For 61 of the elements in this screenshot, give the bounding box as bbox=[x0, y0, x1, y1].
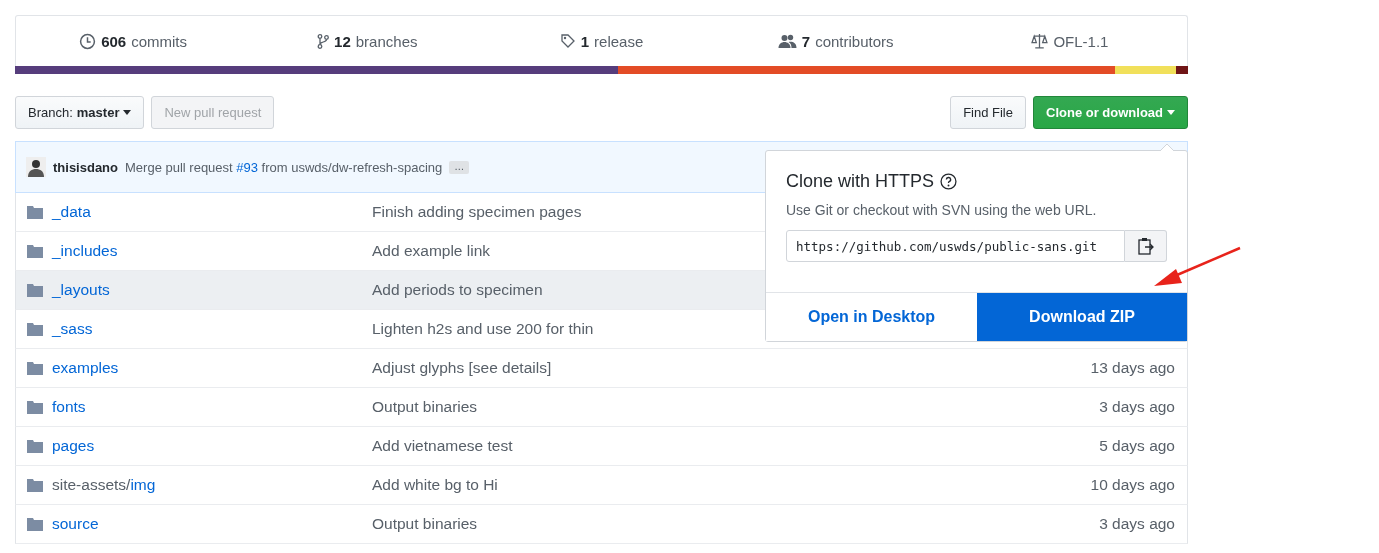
history-icon bbox=[79, 32, 97, 50]
folder-icon bbox=[27, 517, 43, 531]
commit-age: 10 days ago bbox=[1090, 476, 1175, 494]
commit-age: 13 days ago bbox=[1090, 359, 1175, 377]
branch-icon bbox=[317, 32, 330, 50]
file-link[interactable]: source bbox=[52, 515, 99, 532]
avatar-icon[interactable] bbox=[26, 157, 46, 177]
commit-message[interactable]: Output binaries bbox=[372, 398, 1100, 416]
scale-icon bbox=[1031, 32, 1049, 50]
file-link[interactable]: pages bbox=[52, 437, 95, 454]
stat-link[interactable]: 12 branches bbox=[250, 16, 485, 66]
branch-select[interactable]: Branch: master bbox=[15, 96, 145, 129]
commit-age: 3 days ago bbox=[1099, 398, 1175, 416]
commit-message[interactable]: Add vietnamese test bbox=[372, 437, 1100, 455]
commit-message[interactable]: Adjust glyphs [see details] bbox=[372, 359, 1091, 377]
file-row[interactable]: pages Add vietnamese test 5 days ago bbox=[15, 427, 1188, 466]
path-prefix: site-assets/ bbox=[52, 476, 131, 493]
file-row[interactable]: source Output binaries 3 days ago bbox=[15, 505, 1188, 544]
caret-icon bbox=[1167, 110, 1175, 115]
find-file-button[interactable]: Find File bbox=[950, 96, 1026, 129]
stat-link[interactable]: 606 commits bbox=[16, 16, 251, 66]
tag-icon bbox=[559, 33, 576, 49]
folder-icon bbox=[27, 283, 43, 297]
popover-description: Use Git or checkout with SVN using the web URL. bbox=[786, 202, 1098, 218]
folder-icon bbox=[27, 244, 43, 258]
expand-button[interactable]: … bbox=[449, 160, 470, 174]
help-icon[interactable] bbox=[940, 173, 958, 190]
people-icon bbox=[777, 33, 797, 49]
commit-author[interactable]: thisisdano bbox=[53, 159, 118, 175]
clone-url-field[interactable]: https://github.com/uswds/public-sans.git bbox=[786, 230, 1125, 262]
commit-message[interactable]: Output binaries bbox=[372, 515, 1100, 533]
commit-message: Merge pull request #93 from uswds/dw-refresh-spacing bbox=[125, 159, 443, 175]
stat-link[interactable]: 1 release bbox=[484, 16, 719, 66]
language-bar-segment[interactable] bbox=[1175, 66, 1188, 74]
commit-age: 3 days ago bbox=[1099, 515, 1175, 533]
folder-icon bbox=[27, 478, 43, 492]
folder-icon bbox=[27, 361, 43, 375]
folder-icon bbox=[27, 400, 43, 414]
stat-link[interactable]: OFL-1.1 bbox=[952, 16, 1187, 66]
copy-button[interactable] bbox=[1125, 230, 1167, 262]
commit-message[interactable]: Add white bg to Hi bbox=[372, 476, 1091, 494]
folder-icon bbox=[27, 322, 43, 336]
file-link[interactable]: img bbox=[130, 476, 156, 493]
pull-request-link[interactable]: #93 bbox=[236, 159, 258, 175]
file-link[interactable]: _data bbox=[52, 203, 91, 220]
caret-icon bbox=[123, 110, 132, 115]
file-link[interactable]: _layouts bbox=[52, 281, 110, 298]
clipboard-icon bbox=[1137, 237, 1154, 255]
file-row[interactable]: fonts Output binaries 3 days ago bbox=[15, 388, 1188, 427]
file-link[interactable]: examples bbox=[52, 359, 119, 376]
file-link[interactable]: fonts bbox=[52, 398, 86, 415]
download-zip-button[interactable]: Download ZIP bbox=[977, 293, 1187, 341]
folder-icon bbox=[27, 205, 43, 219]
folder-icon bbox=[27, 439, 43, 453]
commit-age: 5 days ago bbox=[1099, 437, 1175, 455]
popover-title: Clone with HTTPS bbox=[786, 171, 935, 192]
file-link[interactable]: _sass bbox=[52, 320, 93, 337]
file-row[interactable]: examples Adjust glyphs [see details] 13 days ago bbox=[15, 349, 1188, 388]
file-link[interactable]: _includes bbox=[52, 242, 118, 259]
stat-link[interactable]: 7 contributors bbox=[718, 16, 953, 66]
file-row[interactable]: site-assets/img Add white bg to Hi 10 days ago bbox=[15, 466, 1188, 505]
